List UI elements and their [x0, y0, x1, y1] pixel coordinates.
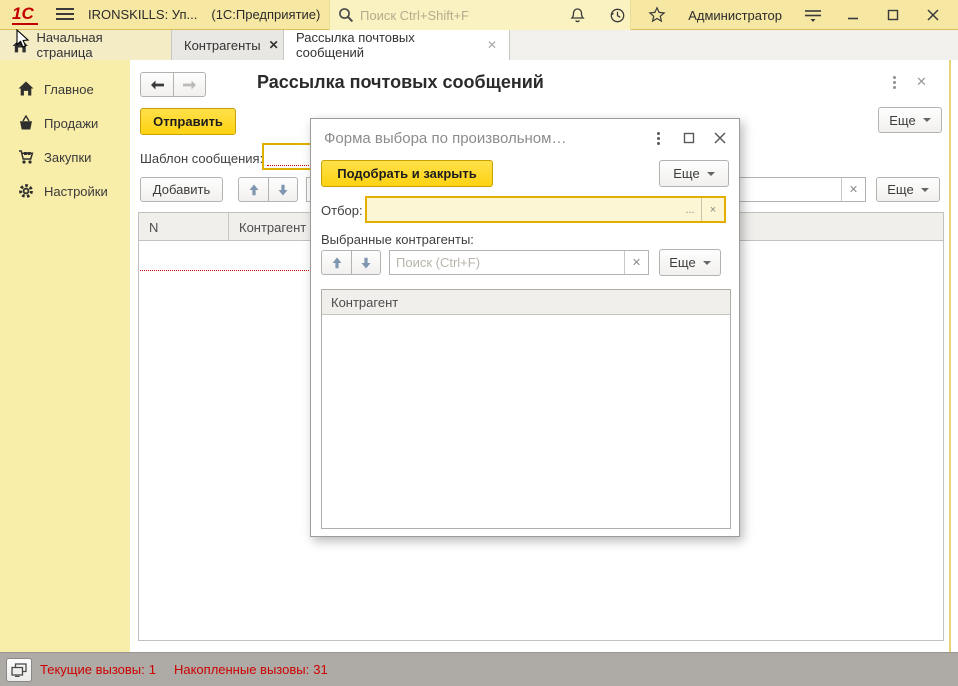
gear-icon — [18, 183, 34, 199]
nav-back-button[interactable] — [140, 72, 173, 97]
main-menu-icon[interactable] — [56, 8, 74, 22]
window-right-edge — [949, 60, 951, 652]
dialog-search-input[interactable] — [390, 255, 624, 270]
selected-counterparties-table: Контрагент — [321, 289, 731, 529]
tab-mailing[interactable]: Рассылка почтовых сообщений ✕ — [284, 30, 510, 60]
clear-search-icon[interactable]: ✕ — [624, 251, 648, 274]
chevron-down-icon — [923, 118, 931, 122]
global-search-input[interactable] — [360, 8, 600, 23]
move-down-button[interactable] — [268, 177, 298, 202]
home-icon — [18, 81, 34, 97]
column-header-counterparty[interactable]: Контрагент — [322, 290, 730, 315]
1c-logo-icon: 1С — [12, 4, 38, 25]
clear-search-icon[interactable]: ✕ — [841, 178, 865, 201]
maximize-button[interactable] — [884, 6, 902, 24]
chevron-down-icon — [707, 172, 715, 176]
selected-counterparties-label: Выбранные контрагенты: — [321, 232, 474, 247]
selection-dialog: Форма выбора по произвольном… Подобрать … — [310, 118, 740, 537]
nav-forward-button[interactable] — [173, 72, 206, 97]
send-button[interactable]: Отправить — [140, 108, 236, 135]
tab-label: Начальная страница — [37, 30, 159, 60]
basket-icon — [18, 115, 34, 131]
notifications-bell-icon[interactable] — [568, 6, 586, 24]
more-label: Еще — [889, 113, 915, 128]
sidebar-item-label: Главное — [44, 82, 94, 97]
form-menu-dots-icon[interactable] — [892, 76, 896, 89]
current-calls: Текущие вызовы:1 — [40, 662, 156, 677]
tab-home-page[interactable]: Начальная страница — [0, 30, 172, 60]
tab-counterparties[interactable]: Контрагенты ✕ — [172, 30, 284, 60]
sections-panel: Главное Продажи Закупки Настройки — [0, 60, 130, 652]
window-titlebar: 1С IRONSKILLS: Уп...(1С:Предприятие) Адм… — [0, 0, 958, 30]
sidebar-item-sales[interactable]: Продажи — [0, 106, 130, 140]
sidebar-item-main[interactable]: Главное — [0, 72, 130, 106]
dialog-menu-dots-icon[interactable] — [651, 131, 665, 145]
dialog-close-icon[interactable] — [713, 131, 727, 145]
page-title: Рассылка почтовых сообщений — [257, 72, 544, 93]
filter-clear-button[interactable]: × — [702, 198, 724, 221]
dialog-search-box[interactable]: ✕ — [389, 250, 649, 275]
close-form-icon[interactable]: ✕ — [916, 74, 927, 90]
filter-input[interactable]: ... × — [365, 196, 726, 223]
sidebar-item-label: Закупки — [44, 150, 91, 165]
template-field-label: Шаблон сообщения: — [140, 151, 263, 166]
chevron-down-icon — [703, 261, 711, 265]
sidebar-item-settings[interactable]: Настройки — [0, 174, 130, 208]
pick-and-close-button[interactable]: Подобрать и закрыть — [321, 160, 493, 187]
history-icon[interactable] — [608, 6, 626, 24]
home-icon — [12, 38, 29, 53]
column-header-n[interactable]: N — [139, 213, 229, 241]
accumulated-calls: Накопленные вызовы:31 — [174, 662, 328, 677]
sidebar-item-label: Настройки — [44, 184, 108, 199]
close-window-button[interactable] — [924, 6, 942, 24]
dialog-list-more-button[interactable]: Еще — [659, 249, 721, 276]
filter-label: Отбор: — [321, 203, 363, 218]
app-title: IRONSKILLS: Уп...(1С:Предприятие) — [88, 7, 320, 22]
dialog-maximize-icon[interactable] — [682, 131, 696, 145]
more-label: Еще — [669, 255, 695, 270]
list-more-button[interactable]: Еще — [876, 177, 940, 202]
filter-ellipsis-button[interactable]: ... — [679, 198, 701, 221]
sidebar-item-label: Продажи — [44, 116, 98, 131]
page-more-button[interactable]: Еще — [878, 107, 942, 133]
dialog-more-button[interactable]: Еще — [659, 160, 729, 187]
cart-icon — [18, 149, 34, 165]
search-icon — [338, 7, 354, 23]
tab-bar: Начальная страница Контрагенты ✕ Рассылк… — [0, 30, 958, 60]
service-menu-icon[interactable] — [804, 6, 822, 24]
close-tab-icon[interactable]: ✕ — [269, 39, 279, 51]
status-bar: Текущие вызовы:1 Накопленные вызовы:31 — [0, 652, 958, 686]
more-label: Еще — [887, 182, 913, 197]
app-window: 1С IRONSKILLS: Уп...(1С:Предприятие) Адм… — [0, 0, 958, 686]
sidebar-item-purchases[interactable]: Закупки — [0, 140, 130, 174]
dialog-move-down-button[interactable] — [351, 250, 381, 275]
add-button[interactable]: Добавить — [140, 177, 223, 202]
chevron-down-icon — [921, 188, 929, 192]
move-up-button[interactable] — [238, 177, 268, 202]
close-tab-icon[interactable]: ✕ — [487, 39, 497, 51]
favorites-star-icon[interactable] — [648, 6, 666, 24]
tab-label: Рассылка почтовых сообщений — [296, 30, 479, 60]
minimize-button[interactable] — [844, 6, 862, 24]
current-user: Администратор — [688, 8, 782, 23]
dialog-move-up-button[interactable] — [321, 250, 351, 275]
performance-indicator-icon[interactable] — [6, 658, 32, 682]
dialog-title: Форма выбора по произвольном… — [324, 130, 566, 147]
more-label: Еще — [673, 166, 699, 181]
tab-label: Контрагенты — [184, 38, 261, 53]
